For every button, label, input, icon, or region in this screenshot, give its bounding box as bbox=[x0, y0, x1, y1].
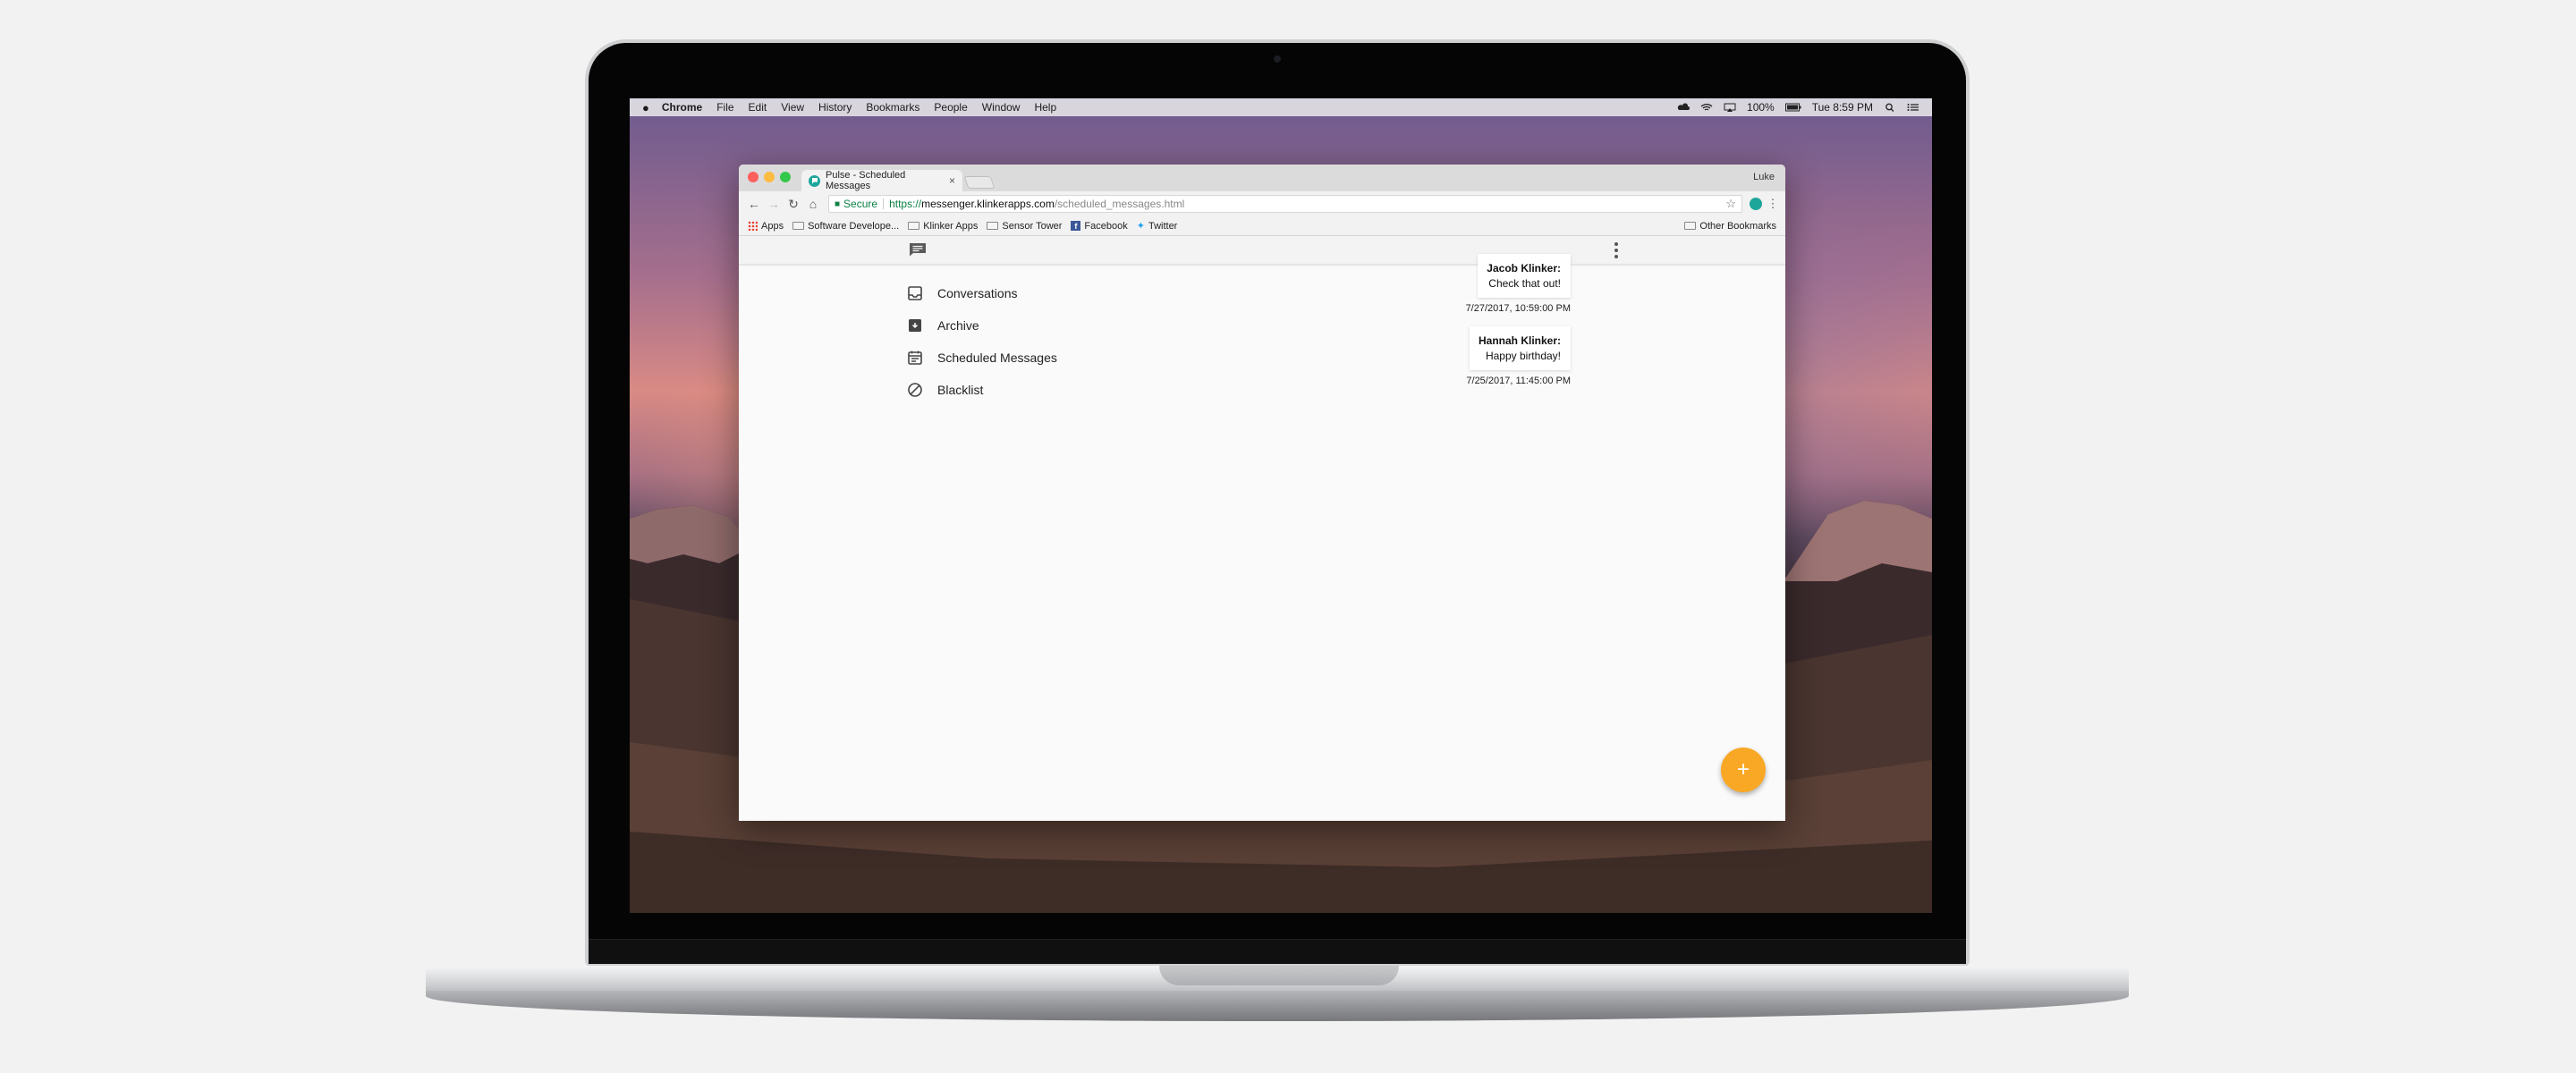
secure-label: Secure bbox=[843, 198, 878, 210]
browser-window: Pulse - Scheduled Messages × Luke ← → ↻ … bbox=[739, 165, 1785, 821]
calendar-icon bbox=[908, 351, 922, 365]
nav-label: Conversations bbox=[937, 286, 1018, 300]
add-scheduled-message-button[interactable]: + bbox=[1721, 748, 1766, 792]
app-bar bbox=[739, 236, 1785, 265]
profile-name[interactable]: Luke bbox=[1753, 172, 1775, 182]
menu-app-name[interactable]: Chrome bbox=[662, 101, 702, 114]
bookmark-twitter[interactable]: ✦ Twitter bbox=[1137, 220, 1178, 232]
bookmark-label: Twitter bbox=[1148, 220, 1178, 232]
url-host: messenger.klinkerapps.com bbox=[921, 198, 1055, 210]
camera bbox=[1274, 55, 1281, 63]
zoom-window-button[interactable] bbox=[780, 172, 791, 182]
menubar-clock[interactable]: Tue 8:59 PM bbox=[1812, 101, 1873, 114]
nav-scheduled-messages[interactable]: Scheduled Messages bbox=[907, 342, 1057, 374]
close-window-button[interactable] bbox=[748, 172, 758, 182]
bookmark-sensor-tower[interactable]: Sensor Tower bbox=[987, 221, 1062, 232]
menu-window[interactable]: Window bbox=[982, 101, 1021, 114]
bezel-chin bbox=[589, 939, 1966, 964]
bookmark-label: Other Bookmarks bbox=[1699, 220, 1776, 232]
menu-history[interactable]: History bbox=[818, 101, 852, 114]
chrome-menu-icon[interactable]: ⋮ bbox=[1766, 197, 1780, 211]
bookmarks-bar: Apps Software Develope... Klinker Apps S… bbox=[739, 216, 1785, 236]
side-nav: Conversations Archive Scheduled Messages… bbox=[907, 277, 1057, 406]
nav-archive[interactable]: Archive bbox=[907, 309, 1057, 342]
folder-icon bbox=[908, 222, 920, 230]
pulse-favicon-icon bbox=[809, 174, 820, 187]
browser-toolbar: ← → ↻ ⌂ ■ Secure https:// messenger.klin… bbox=[739, 191, 1785, 216]
wifi-icon[interactable] bbox=[1700, 103, 1713, 112]
battery-icon[interactable] bbox=[1784, 103, 1801, 112]
overflow-menu-icon[interactable] bbox=[1612, 241, 1621, 259]
bookmark-star-icon[interactable]: ☆ bbox=[1725, 197, 1736, 211]
message-sender: Hannah Klinker: bbox=[1478, 334, 1561, 347]
bookmark-label: Apps bbox=[761, 220, 784, 232]
bookmark-label: Sensor Tower bbox=[1002, 220, 1063, 232]
apple-icon[interactable]: ● bbox=[642, 101, 649, 114]
desktop-screen: ● Chrome File Edit View History Bookmark… bbox=[630, 98, 1932, 913]
tab-title: Pulse - Scheduled Messages bbox=[826, 170, 906, 191]
spotlight-search-icon[interactable] bbox=[1884, 103, 1896, 112]
bookmark-label: Klinker Apps bbox=[923, 220, 979, 232]
lid-opening-notch bbox=[1159, 966, 1399, 985]
apps-grid-icon bbox=[748, 221, 758, 231]
laptop-base-bottom bbox=[426, 991, 2129, 1021]
home-icon[interactable]: ⌂ bbox=[803, 197, 823, 211]
tab-close-icon[interactable]: × bbox=[949, 174, 955, 187]
battery-percentage: 100% bbox=[1747, 101, 1775, 114]
url-scheme: https:// bbox=[889, 198, 922, 210]
inbox-icon bbox=[908, 286, 922, 300]
tab-active[interactable]: Pulse - Scheduled Messages × bbox=[801, 170, 962, 191]
nav-label: Archive bbox=[937, 318, 979, 333]
url-path: /scheduled_messages.html bbox=[1054, 198, 1185, 210]
nav-conversations[interactable]: Conversations bbox=[907, 277, 1057, 309]
cloud-status-icon[interactable] bbox=[1677, 103, 1690, 112]
archive-icon bbox=[909, 319, 921, 332]
folder-icon bbox=[987, 222, 999, 230]
bookmark-other[interactable]: Other Bookmarks bbox=[1684, 221, 1776, 232]
tab-strip: Pulse - Scheduled Messages × Luke bbox=[739, 165, 1785, 191]
scheduled-messages-list: Jacob Klinker: Check that out! 7/27/2017… bbox=[1392, 254, 1571, 399]
bookmark-label: Facebook bbox=[1084, 220, 1128, 232]
forward-icon[interactable]: → bbox=[764, 197, 784, 211]
folder-icon bbox=[792, 222, 805, 230]
message-sender: Jacob Klinker: bbox=[1487, 262, 1561, 275]
nav-label: Scheduled Messages bbox=[937, 351, 1057, 365]
menu-edit[interactable]: Edit bbox=[749, 101, 767, 114]
back-icon[interactable]: ← bbox=[744, 197, 764, 211]
notification-center-icon[interactable] bbox=[1907, 103, 1919, 112]
block-icon bbox=[908, 383, 922, 397]
bookmark-software-developer[interactable]: Software Develope... bbox=[792, 221, 899, 232]
menu-file[interactable]: File bbox=[716, 101, 733, 114]
bookmark-apps[interactable]: Apps bbox=[748, 221, 784, 232]
message-timestamp: 7/25/2017, 11:45:00 PM bbox=[1466, 376, 1571, 386]
minimize-window-button[interactable] bbox=[764, 172, 775, 182]
scheduled-message-card[interactable]: Hannah Klinker: Happy birthday! bbox=[1469, 326, 1571, 370]
message-timestamp: 7/27/2017, 10:59:00 PM bbox=[1465, 303, 1571, 314]
menu-bookmarks[interactable]: Bookmarks bbox=[866, 101, 919, 114]
pulse-extension-icon[interactable] bbox=[1750, 198, 1762, 210]
bookmark-facebook[interactable]: f Facebook bbox=[1071, 220, 1128, 232]
nav-label: Blacklist bbox=[937, 383, 984, 397]
pulse-page: Conversations Archive Scheduled Messages… bbox=[739, 236, 1785, 821]
menu-view[interactable]: View bbox=[781, 101, 804, 114]
lock-icon: ■ bbox=[835, 199, 841, 209]
menu-help[interactable]: Help bbox=[1034, 101, 1056, 114]
scheduled-message-card[interactable]: Jacob Klinker: Check that out! bbox=[1478, 254, 1571, 298]
reload-icon[interactable]: ↻ bbox=[784, 197, 803, 212]
menu-people[interactable]: People bbox=[934, 101, 967, 114]
address-bar[interactable]: ■ Secure https:// messenger.klinkerapps.… bbox=[828, 195, 1742, 213]
nav-blacklist[interactable]: Blacklist bbox=[907, 374, 1057, 406]
message-text: Happy birthday! bbox=[1485, 350, 1561, 362]
message-text: Check that out! bbox=[1488, 277, 1561, 290]
macos-menubar: ● Chrome File Edit View History Bookmark… bbox=[630, 98, 1932, 116]
pulse-logo-icon[interactable] bbox=[909, 242, 927, 257]
bookmark-klinker-apps[interactable]: Klinker Apps bbox=[908, 221, 978, 232]
facebook-icon: f bbox=[1071, 221, 1081, 231]
new-tab-button[interactable] bbox=[963, 176, 996, 189]
omnibox-separator bbox=[883, 199, 885, 209]
folder-icon bbox=[1684, 222, 1697, 230]
bookmark-label: Software Develope... bbox=[808, 220, 900, 232]
airplay-icon[interactable] bbox=[1724, 103, 1736, 112]
twitter-icon: ✦ bbox=[1136, 221, 1145, 232]
